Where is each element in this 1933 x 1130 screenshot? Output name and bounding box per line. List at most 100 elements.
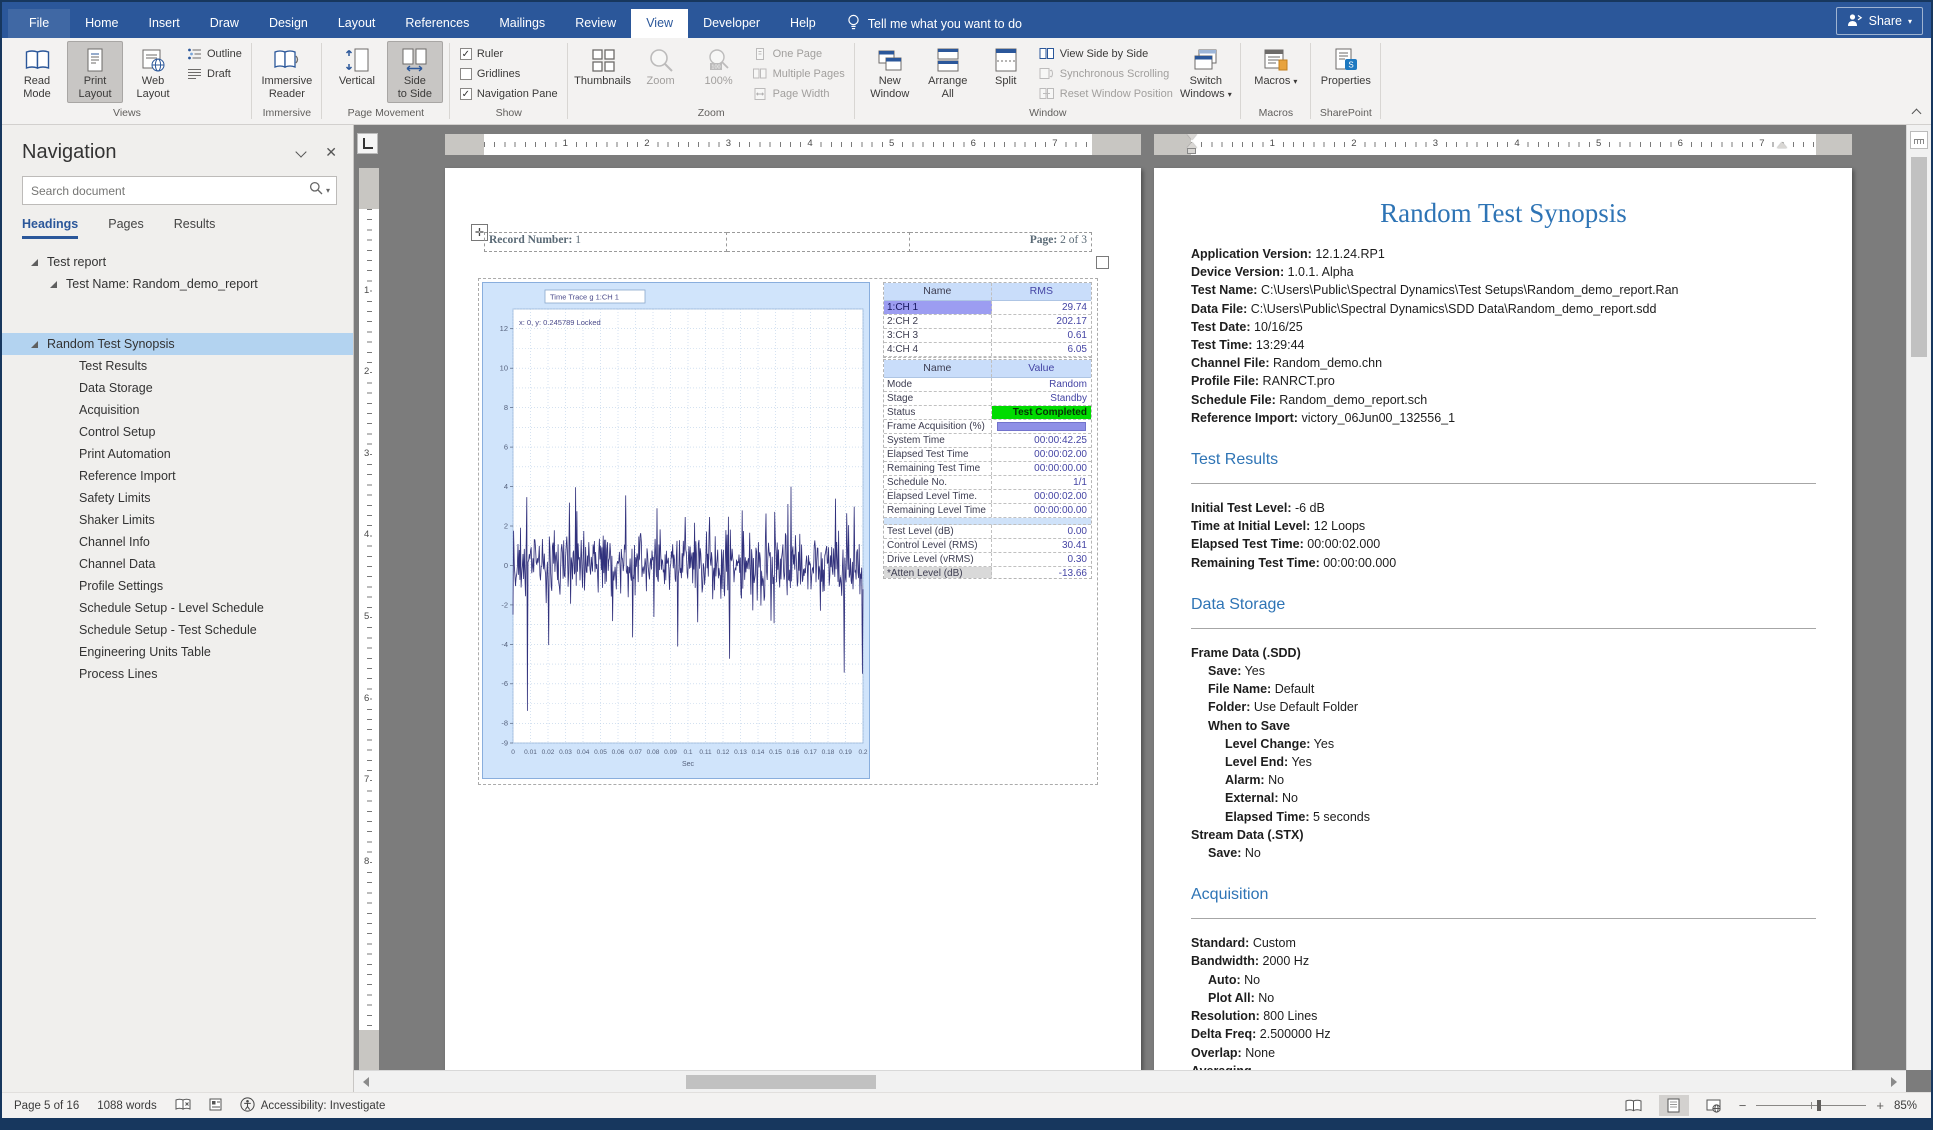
nav-item-channel-info[interactable]: Channel Info: [2, 531, 353, 553]
proofing-icon[interactable]: [175, 1098, 191, 1114]
test-status-table[interactable]: NameValueModeRandomStageStandbyStatusTes…: [883, 359, 1092, 579]
macros-button[interactable]: Macros ▾: [1248, 41, 1304, 103]
nav-item-schedule-setup-level-schedule[interactable]: Schedule Setup - Level Schedule: [2, 597, 353, 619]
zoom-out-button[interactable]: −: [1739, 1098, 1747, 1113]
table-row[interactable]: Schedule No.1/1: [884, 476, 1091, 490]
table-row[interactable]: Remaining Level Time00:00:00.00: [884, 504, 1091, 518]
thumbnails-button[interactable]: Thumbnails: [575, 41, 631, 103]
ribbon-tab-design[interactable]: Design: [254, 9, 323, 38]
nav-tab-headings[interactable]: Headings: [22, 217, 78, 239]
macro-record-icon[interactable]: [209, 1098, 222, 1114]
ribbon-tab-review[interactable]: Review: [560, 9, 631, 38]
ribbon-tab-references[interactable]: References: [390, 9, 484, 38]
read-mode-view-button[interactable]: [1619, 1095, 1649, 1116]
nav-item-random-test-synopsis[interactable]: Random Test Synopsis: [2, 333, 353, 355]
record-number-cell[interactable]: Record Number: 1: [484, 232, 727, 252]
nav-item-profile-settings[interactable]: Profile Settings: [2, 575, 353, 597]
nav-item-safety-limits[interactable]: Safety Limits: [2, 487, 353, 509]
table-row[interactable]: Elapsed Test Time00:00:02.00: [884, 448, 1091, 462]
table-row[interactable]: Drive Level (vRMS)0.30: [884, 553, 1091, 567]
split-button[interactable]: Split: [978, 41, 1034, 103]
ribbon-tab-mailings[interactable]: Mailings: [484, 9, 560, 38]
table-row[interactable]: 2:CH 2202.17: [884, 315, 1091, 329]
ribbon-tab-insert[interactable]: Insert: [134, 9, 195, 38]
ribbon-tab-developer[interactable]: Developer: [688, 9, 775, 38]
table-row[interactable]: 3:CH 30.61: [884, 329, 1091, 343]
search-icon[interactable]: [309, 181, 323, 200]
chevron-down-icon[interactable]: [295, 147, 307, 159]
ruler-checkbox[interactable]: ✓Ruler: [457, 45, 561, 62]
table-row[interactable]: *Atten Level (dB)-13.66: [884, 567, 1091, 579]
outline-button[interactable]: Outline: [183, 45, 245, 62]
scroll-left-arrow-icon[interactable]: [363, 1077, 369, 1087]
page-header-table[interactable]: Record Number: 1 Page: 2 of 3: [484, 232, 1092, 252]
table-row[interactable]: Remaining Test Time00:00:00.00: [884, 462, 1091, 476]
search-input[interactable]: [29, 183, 309, 199]
left-indent-marker[interactable]: [1187, 148, 1196, 154]
ribbon-tab-view[interactable]: View: [631, 9, 688, 38]
nav-item-test-results[interactable]: Test Results: [2, 355, 353, 377]
ribbon-tab-help[interactable]: Help: [775, 9, 831, 38]
document-page-right[interactable]: Random Test Synopsis Application Version…: [1154, 168, 1852, 1071]
nav-item-control-setup[interactable]: Control Setup: [2, 421, 353, 443]
table-row[interactable]: Frame Acquisition (%): [884, 420, 1091, 434]
first-line-indent-marker[interactable]: [1187, 134, 1197, 140]
nav-item-test-name-random-demo-report[interactable]: Test Name: Random_demo_report: [2, 273, 353, 295]
nav-tab-results[interactable]: Results: [174, 217, 216, 239]
arrange-all-button[interactable]: ArrangeAll: [920, 41, 976, 103]
ribbon-tab-layout[interactable]: Layout: [323, 9, 391, 38]
tell-me[interactable]: Tell me what you want to do: [847, 9, 1022, 38]
nav-item-shaker-limits[interactable]: Shaker Limits: [2, 509, 353, 531]
table-row[interactable]: Test Level (dB)0.00: [884, 525, 1091, 539]
scroll-right-arrow-icon[interactable]: [1891, 1077, 1897, 1087]
table-row[interactable]: System Time00:00:42.25: [884, 434, 1091, 448]
time-trace-chart[interactable]: 121086420-2-4-6-8-900.010.020.030.040.05…: [482, 282, 870, 779]
web-layout-button[interactable]: WebLayout: [125, 41, 181, 103]
zoom-level[interactable]: 85%: [1894, 1100, 1917, 1112]
print-layout-button[interactable]: PrintLayout: [67, 41, 123, 103]
nav-item-acquisition[interactable]: Acquisition: [2, 399, 353, 421]
nav-item-channel-data[interactable]: Channel Data: [2, 553, 353, 575]
table-row[interactable]: ModeRandom: [884, 378, 1091, 392]
right-indent-marker[interactable]: [1777, 142, 1787, 148]
zoom-slider-thumb[interactable]: [1817, 1100, 1821, 1111]
side-to-side-button[interactable]: Sideto Side: [387, 41, 443, 103]
draft-button[interactable]: Draft: [183, 65, 245, 82]
search-dropdown-icon[interactable]: ▾: [326, 186, 330, 195]
accessibility-status[interactable]: Accessibility: Investigate: [240, 1097, 386, 1115]
collapse-ribbon-chevron-icon[interactable]: [1912, 107, 1921, 116]
nav-item-print-automation[interactable]: Print Automation: [2, 443, 353, 465]
collapse-triangle-icon[interactable]: [30, 340, 39, 349]
ribbon-tab-file[interactable]: File: [8, 9, 70, 38]
vertical-scrollbar[interactable]: [1906, 125, 1931, 1070]
resize-handle[interactable]: [1096, 256, 1109, 269]
document-page-left[interactable]: ✛ Record Number: 1 Page: 2 of 3 12108642…: [445, 168, 1141, 1071]
word-count[interactable]: 1088 words: [97, 1100, 156, 1112]
properties-button[interactable]: SProperties: [1318, 41, 1374, 103]
nav-item-reference-import[interactable]: Reference Import: [2, 465, 353, 487]
nav-item-data-storage[interactable]: Data Storage: [2, 377, 353, 399]
collapse-triangle-icon[interactable]: [49, 280, 58, 289]
nav-item-process-lines[interactable]: Process Lines: [2, 663, 353, 685]
ribbon-tab-draw[interactable]: Draw: [195, 9, 254, 38]
view-side-by-side-button[interactable]: View Side by Side: [1036, 45, 1176, 62]
collapse-triangle-icon[interactable]: [30, 258, 39, 267]
ruler-toggle-button[interactable]: [1910, 131, 1928, 149]
page-number-cell[interactable]: Page: 2 of 3: [910, 232, 1092, 252]
web-layout-view-button[interactable]: [1699, 1095, 1729, 1116]
read-mode-button[interactable]: ReadMode: [9, 41, 65, 103]
gridlines-checkbox[interactable]: Gridlines: [457, 65, 561, 82]
search-box[interactable]: ▾: [22, 176, 337, 205]
channel-rms-table[interactable]: NameRMS1:CH 129.742:CH 2202.173:CH 30.61…: [883, 282, 1092, 358]
nav-tab-pages[interactable]: Pages: [108, 217, 143, 239]
share-button[interactable]: Share ▾: [1836, 7, 1923, 35]
horizontal-scrollbar-thumb[interactable]: [686, 1075, 876, 1089]
table-row[interactable]: StatusTest Completed: [884, 406, 1091, 420]
print-layout-view-button[interactable]: [1659, 1095, 1689, 1116]
vertical-scrollbar-thumb[interactable]: [1911, 157, 1927, 357]
vertical-button[interactable]: Vertical: [329, 41, 385, 103]
table-row[interactable]: 1:CH 129.74: [884, 301, 1091, 315]
nav-item-engineering-units-table[interactable]: Engineering Units Table: [2, 641, 353, 663]
header-empty-cell[interactable]: [727, 232, 909, 252]
table-row[interactable]: 4:CH 46.05: [884, 343, 1091, 357]
